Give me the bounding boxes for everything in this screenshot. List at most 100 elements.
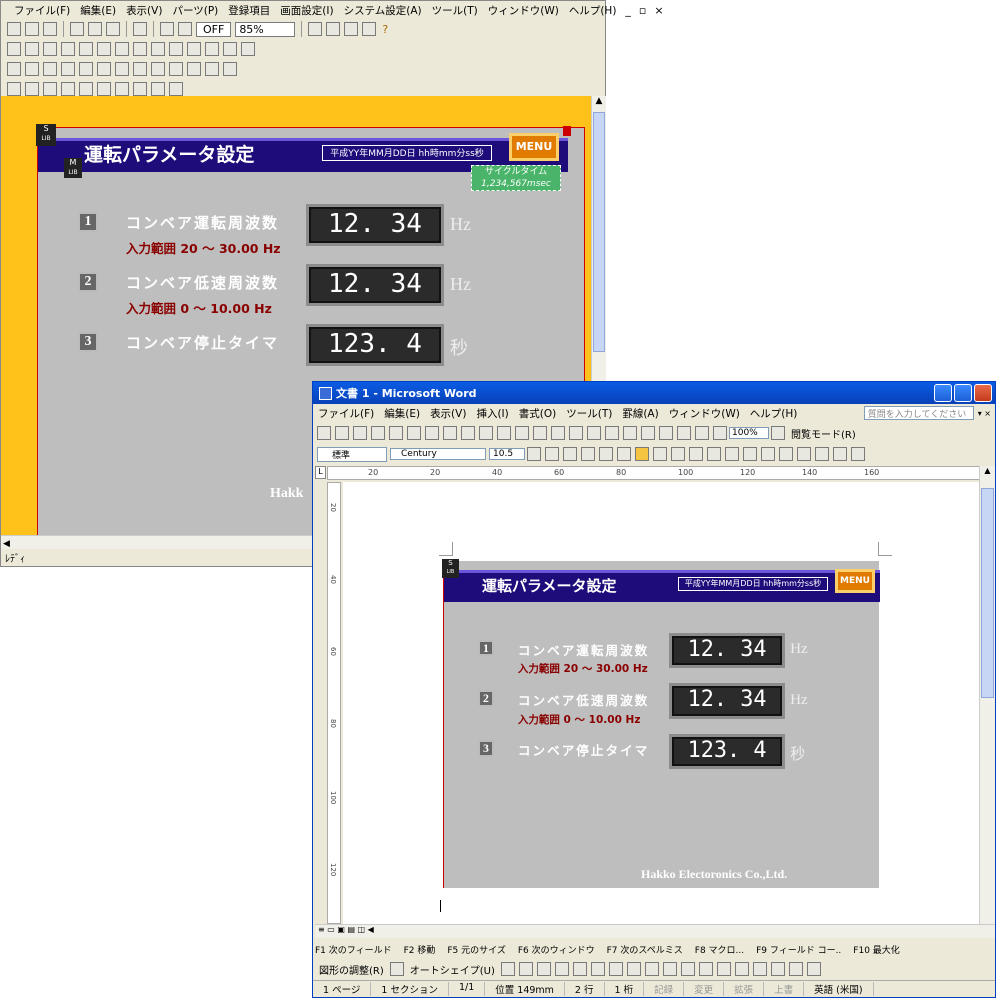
prev-screen-icon[interactable]	[326, 22, 341, 36]
copy-icon[interactable]	[25, 62, 39, 76]
research-icon[interactable]	[461, 426, 475, 440]
menu-item[interactable]: 画面設定(I)	[275, 3, 338, 18]
insert-table-icon[interactable]	[623, 426, 637, 440]
rect-icon[interactable]	[25, 42, 39, 56]
ungroup-icon[interactable]	[79, 62, 93, 76]
word-scroll-up[interactable]: ▲	[980, 466, 995, 480]
horizontal-ruler[interactable]: 20 20 40 60 80 100 120 140 160	[327, 466, 981, 480]
screen-list-icon[interactable]	[308, 22, 323, 36]
scroll-thumb[interactable]	[593, 112, 605, 352]
redo-doc-icon[interactable]	[569, 426, 583, 440]
line-width-icon[interactable]	[241, 42, 255, 56]
draw-arrow-icon[interactable]	[518, 962, 533, 976]
zoom-icon[interactable]	[160, 22, 174, 36]
document-area[interactable]: S LIB 運転パラメータ設定 平成YY年MM月DD日 hh時mm分ss秒 MEN…	[343, 482, 979, 924]
spell-icon[interactable]	[443, 426, 457, 440]
word-menu-item[interactable]: 編集(E)	[379, 406, 425, 421]
align-left-icon[interactable]	[635, 447, 649, 461]
numeric-icon[interactable]	[61, 82, 75, 96]
tab-selector[interactable]: L	[315, 466, 326, 479]
line-color-icon[interactable]	[169, 42, 183, 56]
pasted-numeric-input[interactable]: 12. 34	[669, 632, 786, 669]
switch-icon[interactable]	[7, 82, 21, 96]
pasted-screen[interactable]: S LIB 運転パラメータ設定 平成YY年MM月DD日 hh時mm分ss秒 MEN…	[442, 559, 880, 888]
align-right-icon[interactable]	[671, 447, 685, 461]
numeric-input[interactable]: 12. 34	[306, 264, 444, 306]
menu-item[interactable]: 編集(E)	[75, 3, 121, 18]
mail-icon[interactable]	[389, 426, 403, 440]
decrease-indent-icon[interactable]	[761, 447, 775, 461]
front-icon[interactable]	[97, 62, 111, 76]
menu-item[interactable]: パーツ(P)	[167, 3, 223, 18]
text-icon[interactable]	[61, 42, 75, 56]
char-scale-icon[interactable]	[617, 447, 631, 461]
fkey-button[interactable]: F1 次のフィールド	[315, 943, 392, 956]
redo-icon[interactable]	[205, 62, 219, 76]
help-icon[interactable]: ?	[382, 23, 388, 36]
rotate-icon[interactable]	[151, 62, 165, 76]
compile-icon[interactable]	[88, 22, 102, 36]
menu-item[interactable]: 表示(V)	[121, 3, 167, 18]
align-icon[interactable]	[133, 62, 147, 76]
picture-icon[interactable]	[662, 962, 677, 976]
pasted-numeric-input[interactable]: 123. 4	[669, 733, 786, 769]
tables-icon[interactable]	[605, 426, 619, 440]
group-icon[interactable]	[61, 62, 75, 76]
word-scroll-thumb[interactable]	[981, 488, 994, 698]
word-hscrollbar[interactable]: ≡ ▭ ▣ ▤ ◫ ◀	[315, 924, 995, 938]
doc-map-icon[interactable]	[695, 426, 709, 440]
fkey-button[interactable]: F5 元のサイズ	[447, 943, 506, 956]
pasted-menu-button[interactable]: MENU	[835, 569, 875, 593]
fkey-button[interactable]: F9 フィールド コー..	[756, 943, 841, 956]
scroll-up-arrow[interactable]: ▲	[592, 96, 606, 110]
fkey-button[interactable]: F10 最大化	[853, 943, 900, 956]
polygon-icon[interactable]	[97, 42, 111, 56]
help-search-input[interactable]: 質問を入力してください	[863, 406, 974, 420]
font-color-icon[interactable]	[151, 42, 165, 56]
format-painter-icon[interactable]	[533, 426, 547, 440]
alarm-icon[interactable]	[133, 82, 147, 96]
justify-icon[interactable]	[689, 447, 703, 461]
graph-icon[interactable]	[97, 82, 111, 96]
help-dropdown-icon[interactable]: ▾ ×	[974, 409, 995, 418]
back-icon[interactable]	[115, 62, 129, 76]
italic-icon[interactable]	[545, 447, 559, 461]
numeric-input[interactable]: 123. 4	[306, 324, 444, 366]
save-doc-icon[interactable]	[353, 426, 367, 440]
paste-icon[interactable]	[43, 62, 57, 76]
enclose-icon[interactable]	[851, 447, 865, 461]
menu-item[interactable]: システム設定(A)	[339, 3, 427, 18]
align-center-icon[interactable]	[653, 447, 667, 461]
cut-icon[interactable]	[7, 62, 21, 76]
grid-icon[interactable]	[178, 22, 192, 36]
draw-rect-icon[interactable]	[536, 962, 551, 976]
word-menu-item[interactable]: 挿入(I)	[471, 406, 513, 421]
phonetic-icon[interactable]	[833, 447, 847, 461]
fkey-button[interactable]: F6 次のウィンドウ	[518, 943, 595, 956]
dot-icon[interactable]	[79, 42, 93, 56]
arrow-icon[interactable]	[205, 42, 219, 56]
numeric-input[interactable]: 12. 34	[306, 204, 444, 246]
new-doc-icon[interactable]	[317, 426, 331, 440]
screen-icon[interactable]	[362, 22, 377, 36]
scroll-left-arrow[interactable]: ◀	[1, 539, 10, 549]
paste-doc-icon[interactable]	[515, 426, 529, 440]
word-vscrollbar[interactable]: ▲	[979, 466, 995, 924]
char-shade-icon[interactable]	[599, 447, 613, 461]
line-style-draw-icon[interactable]	[734, 962, 749, 976]
flip-icon[interactable]	[169, 62, 183, 76]
bold-icon[interactable]	[527, 447, 541, 461]
sampling-icon[interactable]	[115, 82, 129, 96]
line-icon[interactable]	[7, 42, 21, 56]
highlight-icon[interactable]	[797, 447, 811, 461]
draw-oval-icon[interactable]	[554, 962, 569, 976]
bell-icon[interactable]	[151, 82, 165, 96]
columns-icon[interactable]	[659, 426, 673, 440]
reading-mode-button[interactable]: 閲覧モード(R)	[791, 426, 856, 441]
word-menu-item[interactable]: ファイル(F)	[313, 406, 379, 421]
preview-icon[interactable]	[425, 426, 439, 440]
numbering-icon[interactable]	[725, 447, 739, 461]
arrow-style-icon[interactable]	[770, 962, 785, 976]
menu-item[interactable]: ツール(T)	[427, 3, 483, 18]
textbox-icon[interactable]	[572, 962, 587, 976]
